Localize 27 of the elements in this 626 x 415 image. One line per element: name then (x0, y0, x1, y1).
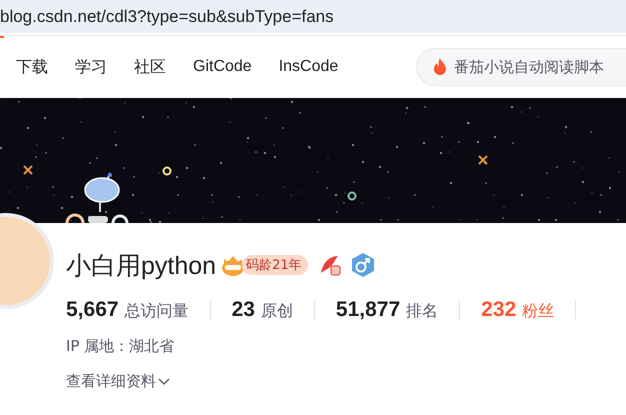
chevron-down-icon (158, 378, 170, 386)
nav-link[interactable]: 下载 (16, 56, 48, 78)
stat-label: 原创 (260, 301, 293, 322)
search-field[interactable]: 番茄小说自动阅读脚本 (416, 48, 626, 86)
male-hexagon-icon[interactable] (350, 252, 376, 278)
stat-value: 232 (481, 298, 516, 322)
stat-value: 51,877 (336, 298, 400, 322)
coding-age-badge: 码龄21年 (242, 255, 308, 275)
address-bar[interactable]: blog.csdn.net/cdl3?type=sub&subType=fans (0, 0, 626, 35)
stat-label: 粉丝 (522, 301, 554, 322)
stat-value: 5,667 (66, 298, 119, 322)
flame-icon (433, 58, 447, 76)
url-text: blog.csdn.net/cdl3?type=sub&subType=fans (0, 6, 334, 26)
nav-link[interactable]: InsCode (278, 58, 338, 76)
nav-link[interactable]: 学习 (75, 56, 107, 78)
nav-link[interactable]: 社区 (134, 56, 166, 78)
stat-link[interactable]: 51,877 排名 (336, 298, 438, 322)
search-text: 番茄小说自动阅读脚本 (454, 58, 604, 76)
user-name: 小白用python (66, 250, 216, 282)
stat-label: 总访问量 (124, 301, 189, 322)
ip-location: IP 属地：湖北省 (66, 337, 176, 356)
nav-link[interactable]: GitCode (193, 58, 252, 76)
stat-label: 排名 (406, 301, 438, 322)
stat-link[interactable]: 5,667 总访问量 (66, 298, 189, 322)
stat-value: 23 (232, 298, 255, 322)
details-link[interactable]: 查看详细资料 (66, 372, 626, 391)
stat-link[interactable]: 23 原创 (232, 298, 293, 322)
